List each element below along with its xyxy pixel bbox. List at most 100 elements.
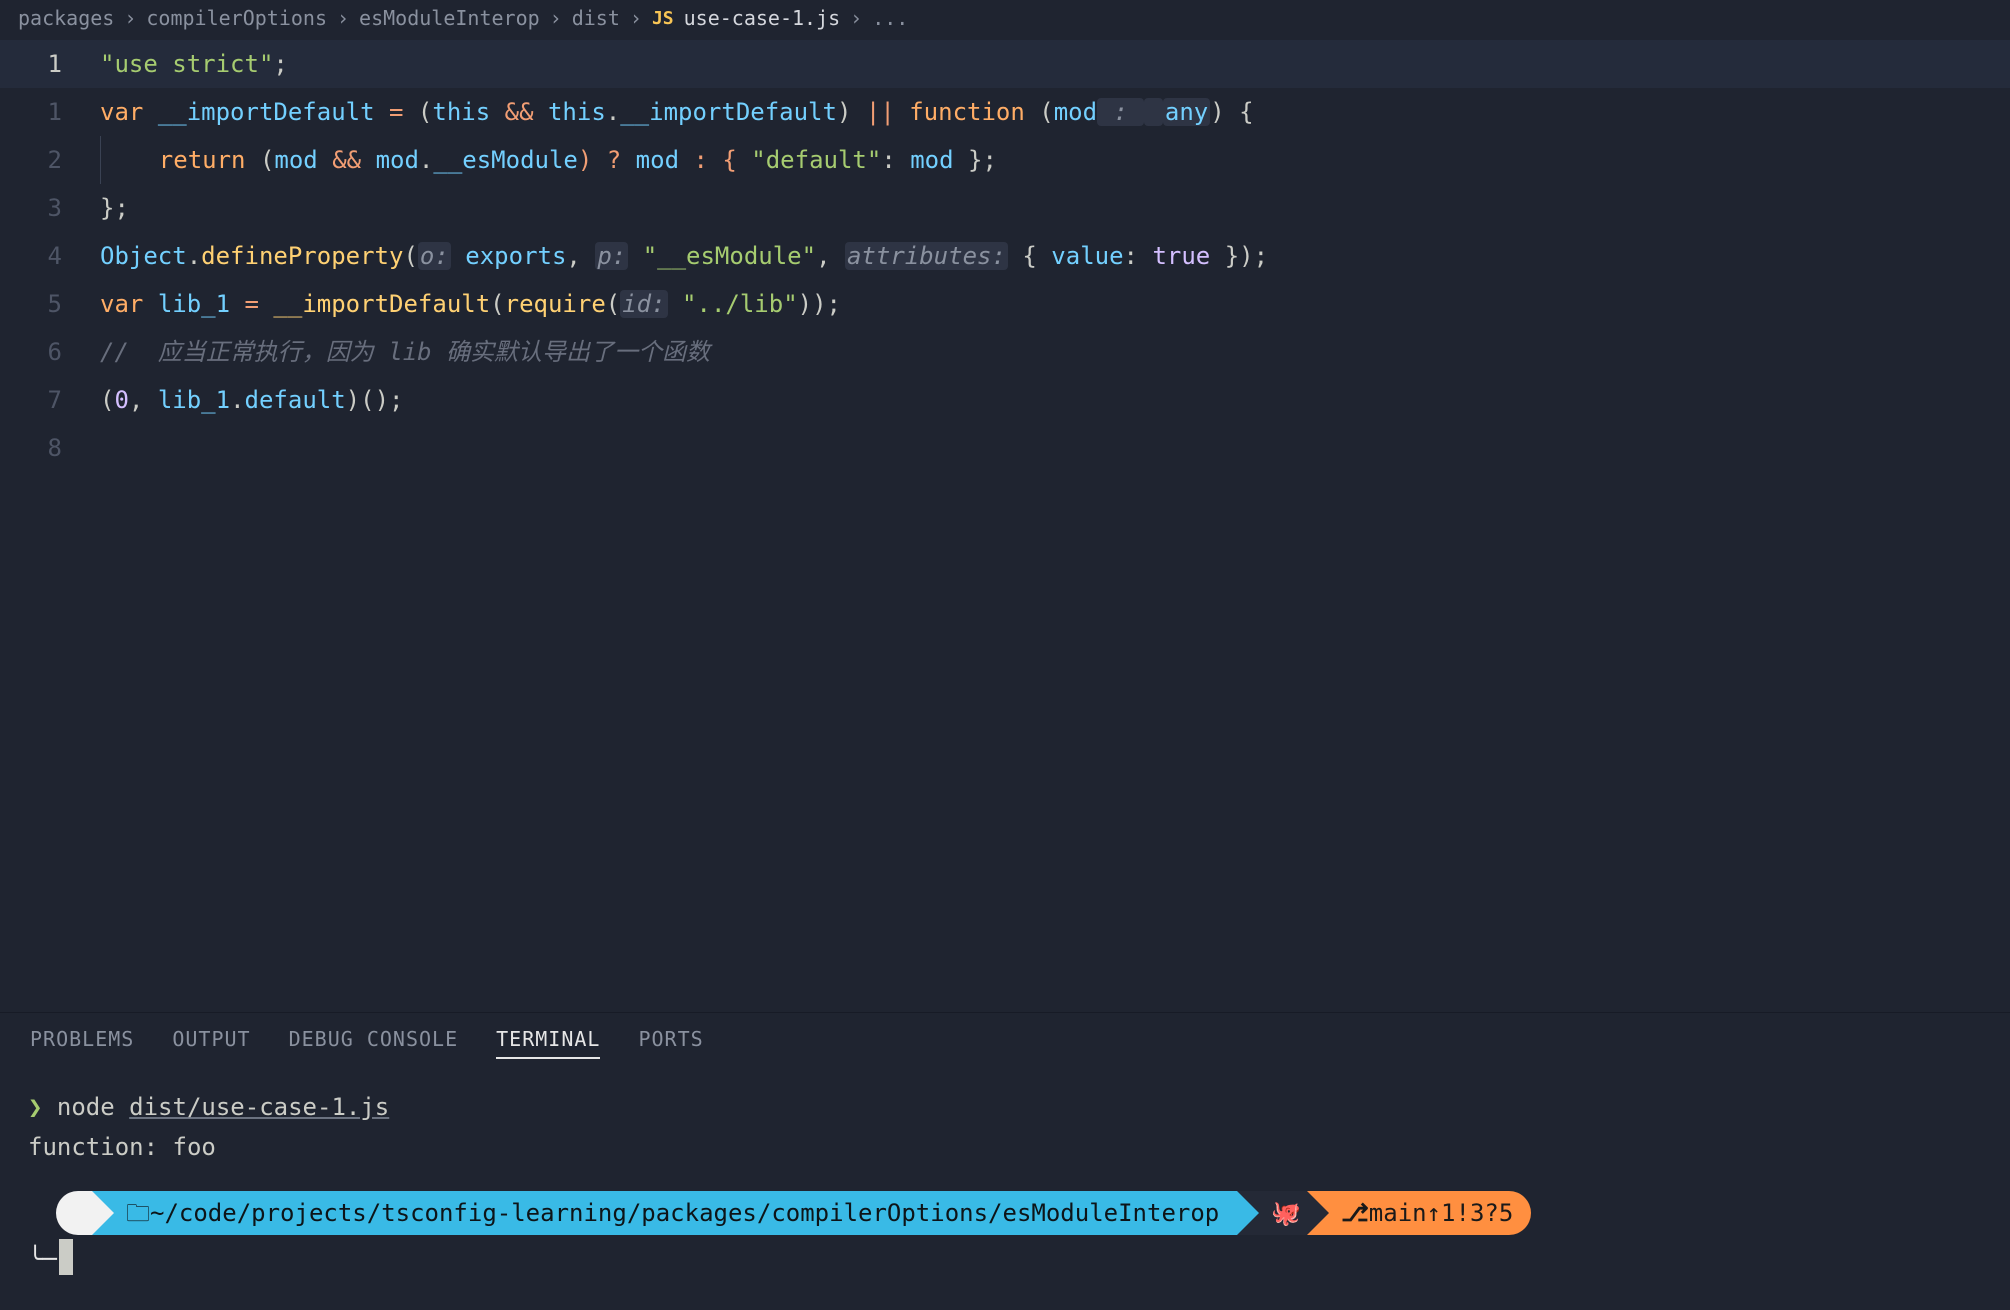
- inlay-hint-type: any: [1163, 98, 1210, 126]
- git-untracked: ?5: [1484, 1193, 1513, 1233]
- token: (: [100, 386, 114, 414]
- token: (: [1039, 98, 1053, 126]
- token: .: [419, 146, 433, 174]
- token: =: [230, 290, 273, 318]
- breadcrumb-seg[interactable]: esModuleInterop: [359, 6, 540, 30]
- token: return: [159, 146, 246, 174]
- code-line[interactable]: 5 var lib_1 = __importDefault(require(id…: [0, 280, 2010, 328]
- token: function: [909, 98, 1039, 126]
- token: ) {: [1210, 98, 1253, 126]
- token: require: [505, 290, 606, 318]
- token: mod: [636, 146, 679, 174]
- chevron-right-icon: ›: [337, 6, 349, 30]
- token: 0: [114, 386, 128, 414]
- powerline-status: 🗀 ~/code/projects/tsconfig-learning/pack…: [56, 1191, 1954, 1235]
- token: "__esModule": [643, 242, 816, 270]
- line-number: 1: [0, 40, 90, 88]
- token: true: [1152, 242, 1210, 270]
- line-number: 4: [0, 232, 90, 280]
- code-line[interactable]: 1 var __importDefault = (this && this.__…: [0, 88, 2010, 136]
- terminal-output: function: foo: [28, 1127, 1982, 1167]
- code-line[interactable]: 4 Object.defineProperty(o: exports, p: "…: [0, 232, 2010, 280]
- token: }: [1210, 242, 1239, 270]
- token: )();: [346, 386, 404, 414]
- token: [143, 98, 157, 126]
- code-line[interactable]: 2 return (mod && mod.__esModule) ? mod :…: [0, 136, 2010, 184]
- token: [143, 290, 157, 318]
- token: [1008, 242, 1022, 270]
- indent-guide: [100, 136, 101, 184]
- token: default: [245, 386, 346, 414]
- token: (: [246, 146, 275, 174]
- token: : {: [679, 146, 751, 174]
- inlay-hint: id:: [620, 290, 667, 318]
- token: ||: [851, 98, 909, 126]
- git-branch-icon: ⎇: [1341, 1193, 1369, 1233]
- code-line[interactable]: 7 (0, lib_1.default)();: [0, 376, 2010, 424]
- bottom-panel: PROBLEMS OUTPUT DEBUG CONSOLE TERMINAL P…: [0, 1012, 2010, 1310]
- terminal-command: node: [57, 1093, 115, 1121]
- tab-debug-console[interactable]: DEBUG CONSOLE: [289, 1027, 459, 1059]
- token: __esModule: [433, 146, 578, 174]
- token: lib_1: [158, 290, 230, 318]
- token: mod: [910, 146, 953, 174]
- token: "default": [751, 146, 881, 174]
- token: );: [1239, 242, 1268, 270]
- breadcrumb-seg[interactable]: compilerOptions: [146, 6, 327, 30]
- line-number: 1: [0, 88, 90, 136]
- token: mod: [274, 146, 317, 174]
- token: .: [606, 98, 620, 126]
- terminal[interactable]: ❯ node dist/use-case-1.js function: foo …: [0, 1071, 2010, 1279]
- chevron-right-icon: ›: [550, 6, 562, 30]
- token-ident: __importDefault: [158, 98, 375, 126]
- chevron-right-icon: ›: [630, 6, 642, 30]
- token: lib_1: [158, 386, 230, 414]
- breadcrumb-seg[interactable]: dist: [572, 6, 620, 30]
- prompt-icon: ❯: [28, 1093, 42, 1121]
- tab-output[interactable]: OUTPUT: [172, 1027, 250, 1059]
- breadcrumb-tail[interactable]: ...: [872, 6, 908, 30]
- token: .: [230, 386, 244, 414]
- chevron-right-icon: ›: [850, 6, 862, 30]
- token-keyword: var: [100, 98, 143, 126]
- token: [628, 242, 642, 270]
- apple-segment: [56, 1191, 92, 1235]
- git-dirty: !3: [1456, 1193, 1485, 1233]
- token: (: [606, 290, 620, 318]
- token: ,: [816, 242, 845, 270]
- code-line[interactable]: 8: [0, 424, 2010, 472]
- tab-ports[interactable]: PORTS: [638, 1027, 703, 1059]
- token: &&: [490, 98, 548, 126]
- terminal-cursor: [59, 1239, 73, 1275]
- token: [451, 242, 465, 270]
- git-ahead: ↑1: [1427, 1193, 1456, 1233]
- token: ,: [129, 386, 158, 414]
- line-number: 5: [0, 280, 90, 328]
- git-branch: main: [1369, 1193, 1427, 1233]
- path-segment: 🗀 ~/code/projects/tsconfig-learning/pack…: [92, 1191, 1237, 1235]
- token: defineProperty: [201, 242, 403, 270]
- breadcrumb-file[interactable]: use-case-1.js: [684, 6, 841, 30]
- token: __importDefault: [620, 98, 837, 126]
- token: Object: [100, 242, 187, 270]
- terminal-cursor-line[interactable]: ╰─: [28, 1239, 1982, 1279]
- editor-empty-space[interactable]: [0, 472, 2010, 1012]
- tab-problems[interactable]: PROBLEMS: [30, 1027, 134, 1059]
- tab-terminal[interactable]: TERMINAL: [496, 1027, 600, 1059]
- panel-tabs: PROBLEMS OUTPUT DEBUG CONSOLE TERMINAL P…: [0, 1013, 2010, 1071]
- token: value: [1051, 242, 1123, 270]
- code-line[interactable]: 3 };: [0, 184, 2010, 232]
- code-line[interactable]: 6 // 应当正常执行，因为 lib 确实默认导出了一个函数: [0, 328, 2010, 376]
- token: this: [432, 98, 490, 126]
- token: .: [187, 242, 201, 270]
- token: var: [100, 290, 143, 318]
- code-line[interactable]: 1 "use strict";: [0, 40, 2010, 88]
- terminal-line: ❯ node dist/use-case-1.js: [28, 1087, 1982, 1127]
- terminal-arg: dist/use-case-1.js: [129, 1093, 389, 1121]
- inlay-hint: p:: [595, 242, 628, 270]
- code-editor[interactable]: 1 "use strict"; 1 var __importDefault = …: [0, 36, 2010, 1012]
- token: ) ?: [578, 146, 636, 174]
- token-punct: ;: [273, 50, 287, 78]
- token: __importDefault: [273, 290, 490, 318]
- breadcrumb-seg[interactable]: packages: [18, 6, 114, 30]
